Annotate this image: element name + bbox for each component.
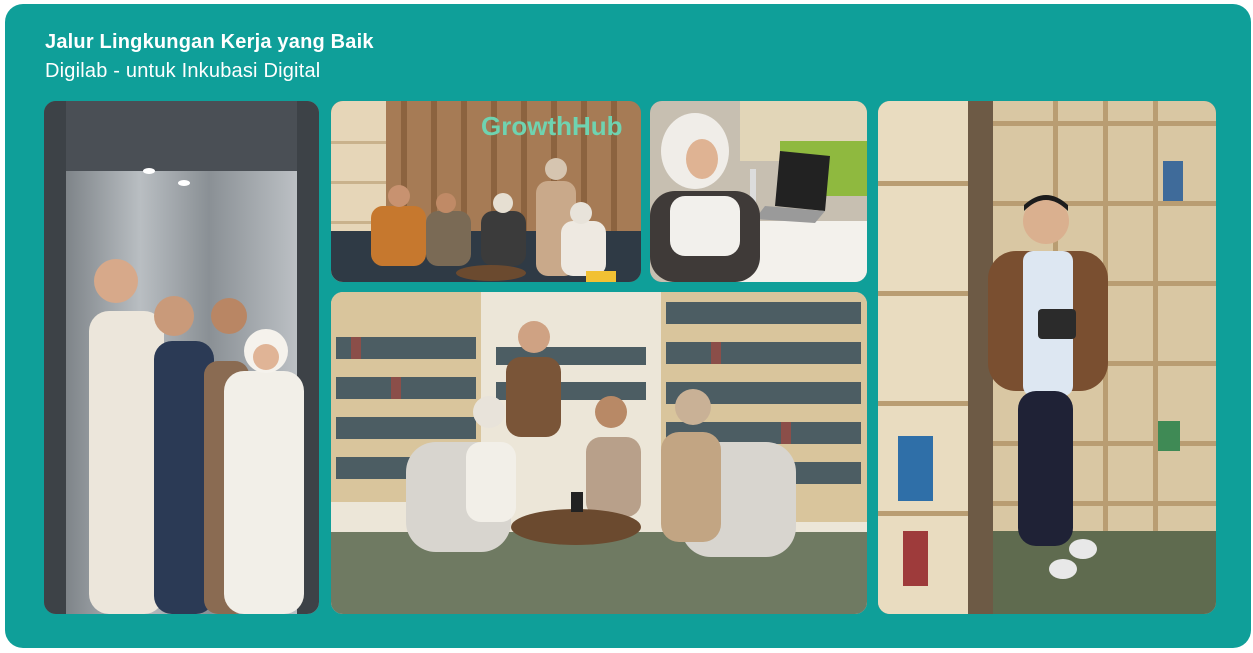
page-subtitle: Digilab - untuk Inkubasi Digital [45,60,321,82]
photo-elevator-team [44,101,319,614]
page-title: Jalur Lingkungan Kerja yang Baik [45,31,374,53]
lounge-sign: GrowthHub [481,111,623,141]
photo-laptop-workstation [650,101,867,282]
photo-library-discussion [331,292,867,614]
photo-growthhub-lounge: GrowthHub [331,101,641,282]
photo-bookshelf-portrait [878,101,1216,614]
gallery-card: Jalur Lingkungan Kerja yang Baik Digilab… [5,4,1251,648]
